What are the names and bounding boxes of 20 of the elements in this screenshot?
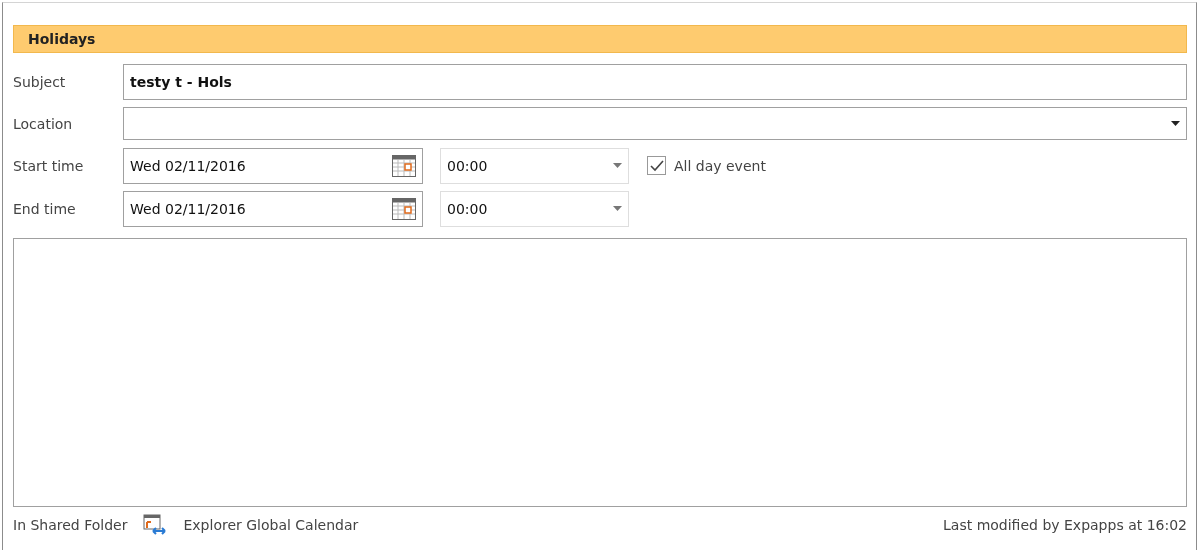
checkbox-label: All day event <box>674 157 766 174</box>
field-label: End time <box>13 200 77 217</box>
date-field[interactable]: Wed 02/11/2016 <box>123 147 423 184</box>
last-modified-text: Last modified by Expapps at 16:02 <box>943 517 1187 533</box>
field-label: Start time <box>13 157 85 174</box>
subject-field[interactable]: testy t - Hols <box>123 63 1187 100</box>
calendar-icon[interactable] <box>392 154 416 177</box>
time-dropdown[interactable]: 00:00 <box>440 190 629 227</box>
folder-label: In Shared Folder <box>13 517 128 533</box>
field-label: Location <box>13 115 74 132</box>
checkbox[interactable] <box>647 156 666 175</box>
category-banner: Holidays <box>13 25 1187 53</box>
shared-calendar-icon <box>143 514 168 536</box>
field-label: Subject <box>13 73 67 90</box>
date-field[interactable]: Wed 02/11/2016 <box>123 190 423 227</box>
folder-name: Explorer Global Calendar <box>183 517 359 533</box>
location-field[interactable] <box>123 107 1187 140</box>
calendar-icon[interactable] <box>392 197 416 220</box>
time-dropdown[interactable]: 00:00 <box>440 147 629 184</box>
dropdown-caret-icon[interactable] <box>1171 121 1180 126</box>
